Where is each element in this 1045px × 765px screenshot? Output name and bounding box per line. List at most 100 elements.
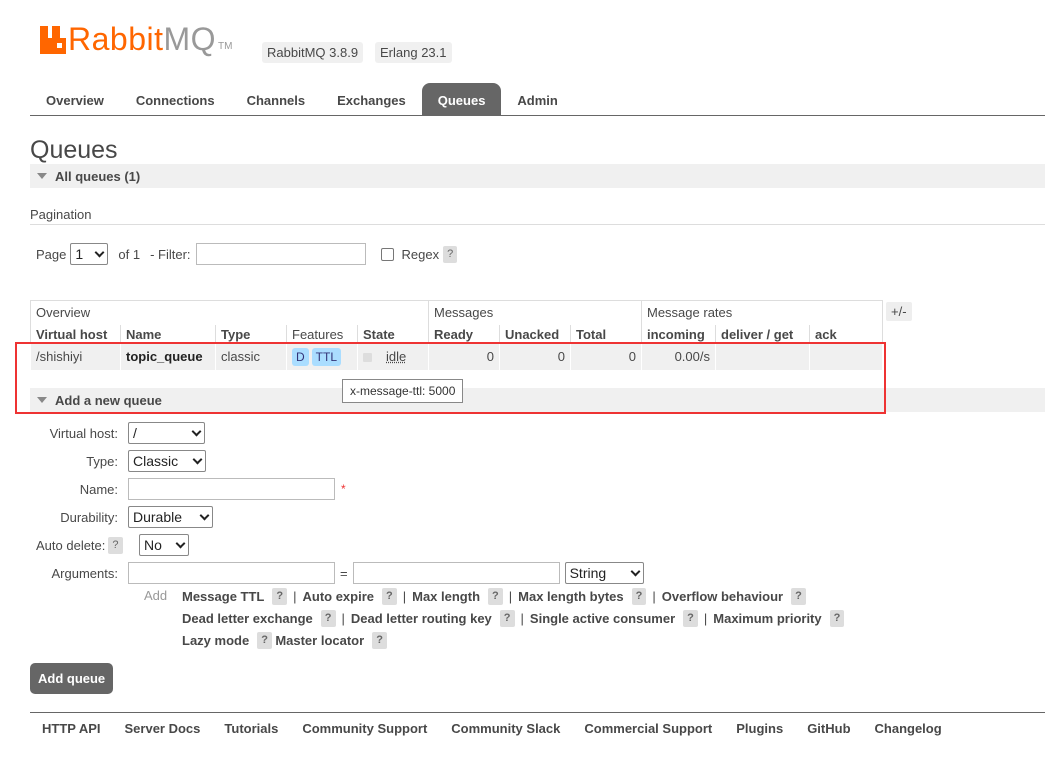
- help-button[interactable]: ?: [631, 588, 647, 605]
- arg-max-length-bytes-link[interactable]: Max length bytes: [518, 589, 623, 604]
- queue-name-input[interactable]: [128, 478, 335, 500]
- vhost-select[interactable]: /: [128, 422, 205, 444]
- tab-exchanges[interactable]: Exchanges: [321, 83, 422, 115]
- arguments-row: Arguments: = String: [0, 562, 644, 584]
- name-label: Name:: [79, 481, 118, 497]
- arg-master-locator-link[interactable]: Master locator: [275, 633, 364, 648]
- chevron-down-icon: [192, 454, 203, 464]
- autodelete-help-button[interactable]: ?: [108, 536, 123, 554]
- chevron-down-icon: [199, 510, 210, 520]
- help-button[interactable]: ?: [382, 588, 397, 605]
- pagination-divider: [30, 224, 1045, 225]
- help-button[interactable]: ?: [829, 610, 845, 627]
- col-unacked[interactable]: Unacked: [499, 324, 571, 343]
- footer-link-commercial-support[interactable]: Commercial Support: [584, 721, 712, 736]
- help-button[interactable]: ?: [372, 632, 387, 649]
- help-button[interactable]: ?: [791, 588, 806, 605]
- chevron-down-icon: [191, 426, 202, 436]
- all-queues-label: All queues (1): [55, 169, 141, 184]
- footer-link-community-slack[interactable]: Community Slack: [451, 721, 560, 736]
- footer-link-community-support[interactable]: Community Support: [302, 721, 427, 736]
- separator: |: [293, 589, 297, 604]
- footer-link-http-api[interactable]: HTTP API: [42, 721, 101, 736]
- col-incoming[interactable]: incoming: [641, 324, 716, 343]
- separator: |: [341, 611, 345, 626]
- help-button[interactable]: ?: [488, 588, 503, 605]
- col-ack[interactable]: ack: [809, 324, 883, 343]
- type-select-value: Classic: [133, 453, 179, 469]
- regex-help-button[interactable]: ?: [443, 245, 458, 263]
- autodelete-select[interactable]: No: [139, 534, 189, 556]
- argument-type-select[interactable]: String: [564, 562, 644, 584]
- all-queues-section-toggle[interactable]: All queues (1): [30, 164, 1045, 188]
- page-select-value: 1: [75, 246, 84, 262]
- page-label: Page: [36, 246, 67, 262]
- tab-channels[interactable]: Channels: [231, 83, 322, 115]
- group-overview: Overview: [30, 300, 429, 325]
- argument-shortcuts-row-2: Dead letter exchange? | Dead letter routi…: [182, 610, 845, 627]
- page-select[interactable]: 1: [70, 243, 109, 265]
- help-button[interactable]: ?: [683, 610, 698, 627]
- col-total[interactable]: Total: [570, 324, 642, 343]
- argument-key-input[interactable]: [128, 562, 335, 584]
- col-deliver-get[interactable]: deliver / get: [715, 324, 810, 343]
- arg-dead-letter-routing-key-link[interactable]: Dead letter routing key: [351, 611, 492, 626]
- filter-input[interactable]: [195, 243, 366, 265]
- regex-checkbox[interactable]: [380, 247, 394, 261]
- durability-select[interactable]: Durable: [128, 506, 213, 528]
- footer-link-changelog[interactable]: Changelog: [875, 721, 942, 736]
- group-messages: Messages: [428, 300, 642, 325]
- help-button[interactable]: ?: [272, 588, 288, 605]
- footer-links: HTTP API Server Docs Tutorials Community…: [42, 721, 966, 736]
- main-tabs: Overview Connections Channels Exchanges …: [30, 83, 574, 115]
- col-virtual-host[interactable]: Virtual host: [30, 324, 121, 343]
- tab-connections[interactable]: Connections: [120, 83, 231, 115]
- arg-lazy-mode-link[interactable]: Lazy mode: [182, 633, 249, 648]
- group-message-rates: Message rates: [641, 300, 883, 325]
- arg-overflow-behaviour-link[interactable]: Overflow behaviour: [662, 589, 783, 604]
- arg-single-active-consumer-link[interactable]: Single active consumer: [530, 611, 675, 626]
- argument-equals: =: [340, 565, 348, 581]
- tab-overview[interactable]: Overview: [30, 83, 120, 115]
- arg-max-length-link[interactable]: Max length: [412, 589, 480, 604]
- logo-text: RabbitMQ: [68, 21, 217, 57]
- argument-value-input[interactable]: [352, 562, 560, 584]
- arg-dead-letter-exchange-link[interactable]: Dead letter exchange: [182, 611, 313, 626]
- argument-shortcuts-row-1: Message TTL? | Auto expire? | Max length? |…: [182, 588, 806, 605]
- page-title: Queues: [30, 136, 118, 164]
- tab-queues[interactable]: Queues: [421, 83, 502, 115]
- help-button[interactable]: ?: [320, 610, 336, 627]
- erlang-version-badge: Erlang 23.1: [375, 42, 452, 63]
- footer-link-server-docs[interactable]: Server Docs: [125, 721, 201, 736]
- col-ready[interactable]: Ready: [428, 324, 500, 343]
- help-button[interactable]: ?: [499, 610, 515, 627]
- rabbitmq-logo[interactable]: RabbitMQ TM: [40, 21, 233, 57]
- footer-link-plugins[interactable]: Plugins: [736, 721, 783, 736]
- help-button[interactable]: ?: [257, 632, 272, 649]
- separator: |: [520, 611, 524, 626]
- argument-type-value: String: [569, 565, 607, 581]
- pagination-heading: Pagination: [30, 207, 92, 222]
- footer-link-github[interactable]: GitHub: [807, 721, 850, 736]
- arg-maximum-priority-link[interactable]: Maximum priority: [713, 611, 821, 626]
- arguments-label: Arguments:: [51, 565, 118, 581]
- add-argument-label: Add: [144, 588, 168, 603]
- footer-divider: [30, 712, 1045, 713]
- col-type[interactable]: Type: [215, 324, 287, 343]
- type-select[interactable]: Classic: [128, 450, 206, 472]
- separator: |: [703, 611, 708, 626]
- autodelete-label-wrap: Auto delete: ?: [0, 536, 128, 554]
- arg-auto-expire-link[interactable]: Auto expire: [302, 589, 374, 604]
- tab-admin[interactable]: Admin: [501, 83, 573, 115]
- filter-label: - Filter:: [150, 246, 191, 262]
- footer-link-tutorials[interactable]: Tutorials: [224, 721, 278, 736]
- regex-label: Regex: [401, 246, 440, 262]
- add-queue-button[interactable]: Add queue: [30, 663, 114, 694]
- col-state[interactable]: State: [357, 324, 429, 343]
- arg-message-ttl-link[interactable]: Message TTL: [182, 589, 264, 604]
- highlight-box: [15, 342, 886, 414]
- col-name[interactable]: Name: [120, 324, 216, 343]
- column-toggle-button[interactable]: +/-: [886, 302, 912, 321]
- autodelete-select-value: No: [144, 537, 162, 553]
- type-label: Type:: [86, 453, 118, 469]
